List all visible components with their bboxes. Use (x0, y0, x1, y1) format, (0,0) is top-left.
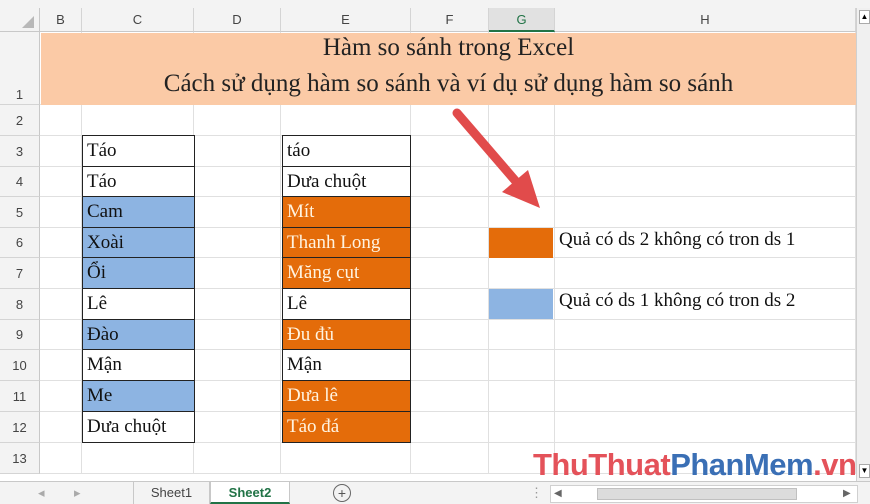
list1-cell[interactable]: Táo (82, 135, 195, 167)
list2-cell[interactable]: Lê (282, 288, 411, 320)
column-header-F[interactable]: F (411, 8, 489, 32)
row-header-8[interactable]: 8 (0, 289, 40, 320)
list2-cell[interactable]: Dưa chuột (282, 166, 411, 197)
plus-circle-icon[interactable]: + (333, 484, 351, 502)
list2-cell[interactable]: Dưa lê (282, 380, 411, 412)
vertical-scrollbar[interactable]: ▲ ▼ (856, 8, 870, 481)
row-header-10[interactable]: 10 (0, 350, 40, 381)
sheet-tab-bar: ◂ ▸ Sheet1 Sheet2 + ⋮ ◀ ▶ (0, 481, 870, 504)
spreadsheet-grid: BCDEFGH 1 2 3 4 5 6 7 8 9 10 11 12 13 Hàm so sánh tr… (0, 0, 870, 503)
scroll-thumb[interactable] (597, 488, 797, 500)
row-header-5[interactable]: 5 (0, 197, 40, 228)
row-header-4[interactable]: 4 (0, 167, 40, 197)
row-header-6[interactable]: 6 (0, 228, 40, 258)
top-strip (0, 0, 870, 8)
list1-cell[interactable]: Ổi (82, 257, 195, 289)
column-header-C[interactable]: C (82, 8, 194, 32)
column-header-G[interactable]: G (489, 8, 555, 32)
title-line-1: Hàm so sánh trong Excel (322, 34, 575, 61)
legend-swatch-orange (489, 228, 553, 258)
row-header-7[interactable]: 7 (0, 258, 40, 289)
list1-cell[interactable]: Cam (82, 196, 195, 228)
row-header-9[interactable]: 9 (0, 320, 40, 350)
select-all-corner[interactable] (0, 8, 40, 32)
chevron-right-icon[interactable]: ▸ (74, 482, 81, 504)
list2-cell[interactable]: Táo đá (282, 411, 411, 443)
list2-cell[interactable]: Đu đủ (282, 319, 411, 350)
list2-cell[interactable]: táo (282, 135, 411, 167)
scroll-left-icon[interactable]: ◀ (554, 486, 562, 502)
row-header-3[interactable]: 3 (0, 136, 40, 167)
list2-cell[interactable]: Thanh Long (282, 227, 411, 258)
legend-text-orange: Quả có ds 2 không có tron ds 1 (559, 229, 796, 250)
row-header-1[interactable]: 1 (0, 32, 40, 105)
list2-cell[interactable]: Mít (282, 196, 411, 228)
list1-cell[interactable]: Táo (82, 166, 195, 197)
list1-cell[interactable]: Lê (82, 288, 195, 320)
scroll-up-icon[interactable]: ▲ (859, 10, 870, 24)
title-line-2: Cách sử dụng hàm so sánh và ví dụ sử dụn… (163, 70, 734, 97)
tab-sheet2[interactable]: Sheet2 (210, 482, 290, 504)
horizontal-scrollbar[interactable]: ◀ ▶ (550, 485, 858, 503)
watermark-logo: ThuThuatPhanMem.vn (533, 447, 857, 482)
chevron-left-icon[interactable]: ◂ (38, 482, 45, 504)
row-header-12[interactable]: 12 (0, 412, 40, 443)
scroll-down-icon[interactable]: ▼ (859, 464, 870, 478)
column-header-H[interactable]: H (555, 8, 856, 32)
list2-cell[interactable]: Mận (282, 349, 411, 381)
row-header-2[interactable]: 2 (0, 105, 40, 136)
splitter-icon[interactable]: ⋮ (530, 482, 543, 504)
row-header-11[interactable]: 11 (0, 381, 40, 412)
column-header-D[interactable]: D (194, 8, 281, 32)
column-header-E[interactable]: E (281, 8, 411, 32)
list2-cell[interactable]: Măng cụt (282, 257, 411, 289)
legend-text-blue: Quả có ds 1 không có tron ds 2 (559, 290, 796, 311)
list1-cell[interactable]: Mận (82, 349, 195, 381)
column-header-B[interactable]: B (40, 8, 82, 32)
list1-cell[interactable]: Dưa chuột (82, 411, 195, 443)
list1-cell[interactable]: Đào (82, 319, 195, 350)
list1-cell[interactable]: Me (82, 380, 195, 412)
legend-swatch-blue (489, 289, 553, 319)
tab-sheet1[interactable]: Sheet1 (133, 482, 210, 504)
row-header-13[interactable]: 13 (0, 443, 40, 474)
scroll-right-icon[interactable]: ▶ (843, 486, 851, 502)
list1-cell[interactable]: Xoài (82, 227, 195, 258)
